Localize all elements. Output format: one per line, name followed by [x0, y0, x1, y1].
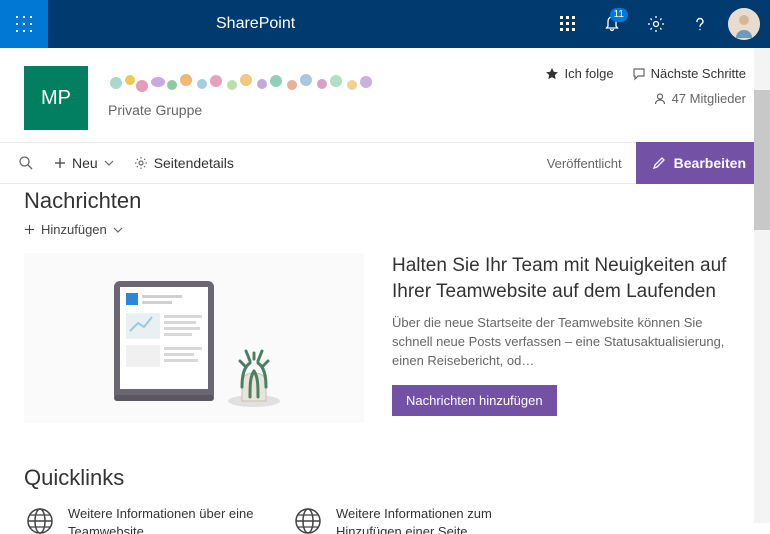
- site-logo[interactable]: MP: [24, 66, 88, 130]
- scrollbar-thumb[interactable]: [754, 90, 770, 230]
- app-launcher-button[interactable]: [0, 0, 48, 48]
- command-bar: Neu Seitendetails Veröffentlicht Bearbei…: [0, 142, 770, 184]
- site-description: Private Gruppe: [108, 102, 378, 118]
- quicklinks-section-title: Quicklinks: [24, 465, 746, 491]
- follow-label: Ich folge: [564, 66, 613, 81]
- quicklink-label: Weitere Informationen über eine Teamwebs…: [68, 505, 264, 534]
- members-label: 47 Mitglieder: [672, 91, 746, 106]
- page-details-button[interactable]: Seitendetails: [124, 142, 244, 184]
- publish-status: Veröffentlicht: [533, 156, 636, 171]
- notifications-button[interactable]: 11: [590, 0, 634, 48]
- waffle-icon[interactable]: [546, 0, 590, 48]
- settings-button[interactable]: [634, 0, 678, 48]
- add-news-cta-button[interactable]: Nachrichten hinzufügen: [392, 385, 557, 416]
- help-button[interactable]: [678, 0, 722, 48]
- user-avatar[interactable]: [728, 8, 760, 40]
- app-name-label: SharePoint: [216, 15, 295, 33]
- page-content: Nachrichten Hinzufügen: [0, 184, 770, 534]
- search-icon: [18, 155, 34, 171]
- follow-button[interactable]: Ich folge: [545, 66, 613, 81]
- globe-icon: [292, 505, 324, 534]
- pencil-icon: [652, 156, 666, 170]
- chat-icon: [632, 67, 646, 81]
- news-illustration: [24, 253, 364, 423]
- add-news-label: Hinzufügen: [41, 222, 107, 237]
- vertical-scrollbar[interactable]: [754, 48, 770, 523]
- edit-label: Bearbeiten: [674, 155, 746, 171]
- quicklink-label: Weitere Informationen zum Hinzufügen ein…: [336, 505, 532, 534]
- members-link[interactable]: 47 Mitglieder: [545, 91, 746, 106]
- edit-button[interactable]: Bearbeiten: [636, 142, 762, 184]
- next-steps-button[interactable]: Nächste Schritte: [632, 66, 746, 81]
- next-steps-label: Nächste Schritte: [651, 66, 746, 81]
- quicklink-item[interactable]: Weitere Informationen zum Hinzufügen ein…: [292, 505, 532, 534]
- person-icon: [653, 92, 667, 106]
- site-title-decoration: [108, 70, 378, 96]
- globe-icon: [24, 505, 56, 534]
- news-heading: Halten Sie Ihr Team mit Neuigkeiten auf …: [392, 253, 746, 304]
- quicklink-item[interactable]: Weitere Informationen über eine Teamwebs…: [24, 505, 264, 534]
- news-section-title: Nachrichten: [24, 188, 746, 214]
- chevron-down-icon: [104, 160, 114, 166]
- news-description: Über die neue Startseite der Teamwebsite…: [392, 314, 746, 371]
- suite-bar: SharePoint 11: [0, 0, 770, 48]
- star-icon: [545, 67, 559, 81]
- plus-icon: [54, 157, 66, 169]
- add-news-button[interactable]: Hinzufügen: [24, 222, 123, 237]
- new-label: Neu: [72, 155, 98, 171]
- plus-icon: [24, 224, 35, 235]
- page-details-label: Seitendetails: [154, 155, 234, 171]
- site-header: MP Private Gruppe Ich folge Nächste Schr…: [0, 48, 770, 142]
- chevron-down-icon: [113, 227, 123, 233]
- new-button[interactable]: Neu: [44, 142, 124, 184]
- notification-badge: 11: [610, 8, 628, 22]
- gear-icon: [134, 156, 148, 170]
- search-button[interactable]: [8, 142, 44, 184]
